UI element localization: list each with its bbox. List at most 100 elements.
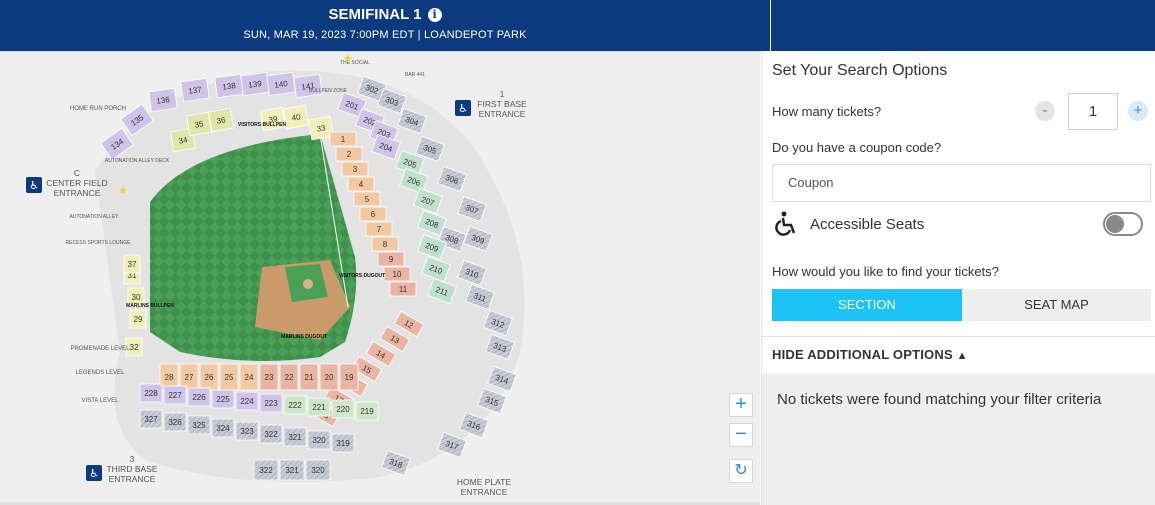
section-26[interactable]: 26 bbox=[199, 363, 219, 391]
section-221[interactable]: 221 bbox=[307, 397, 331, 417]
section-327[interactable]: 327 bbox=[139, 409, 163, 429]
svg-text:♿: ♿ bbox=[89, 467, 99, 480]
section-139[interactable]: 139 bbox=[240, 71, 270, 97]
svg-text:321: 321 bbox=[288, 433, 302, 442]
svg-text:225: 225 bbox=[216, 395, 230, 404]
svg-text:29: 29 bbox=[134, 315, 143, 324]
section-141[interactable]: 141 bbox=[293, 73, 323, 99]
svg-text:ENTRANCE: ENTRANCE bbox=[461, 487, 508, 497]
section-19[interactable]: 19 bbox=[339, 363, 359, 391]
svg-text:HOME PLATE: HOME PLATE bbox=[457, 477, 511, 487]
section-227[interactable]: 227 bbox=[163, 385, 187, 405]
section-136[interactable]: 136 bbox=[148, 87, 178, 113]
automation-alley-deck-label: AUTONATION ALLEY DECK bbox=[105, 158, 170, 164]
section-228[interactable]: 228 bbox=[139, 383, 163, 403]
section-320[interactable]: 320 bbox=[307, 430, 331, 450]
pitchers-mound bbox=[303, 279, 313, 289]
svg-text:320: 320 bbox=[311, 466, 325, 475]
info-icon[interactable]: i bbox=[427, 7, 442, 22]
legends-level-label: LEGENDS LEVEL bbox=[75, 370, 125, 376]
section-322[interactable]: 322 bbox=[259, 424, 283, 444]
vista-level-label: VISTA LEVEL bbox=[82, 398, 120, 404]
section-36[interactable]: 36 bbox=[207, 107, 235, 133]
section-25[interactable]: 25 bbox=[219, 363, 239, 391]
automation-alley-label: AUTONATION ALLEY bbox=[70, 214, 120, 220]
svg-text:37: 37 bbox=[128, 260, 137, 269]
section-326[interactable]: 326 bbox=[163, 412, 187, 432]
svg-text:11: 11 bbox=[399, 285, 408, 294]
decrease-tickets-button[interactable]: - bbox=[1035, 101, 1055, 121]
section-321[interactable]: 321 bbox=[279, 459, 305, 481]
svg-text:3: 3 bbox=[130, 454, 135, 464]
svg-text:2: 2 bbox=[347, 150, 352, 159]
section-320[interactable]: 320 bbox=[305, 459, 331, 481]
section-23[interactable]: 23 bbox=[259, 363, 279, 391]
section-22[interactable]: 22 bbox=[279, 363, 299, 391]
section-29[interactable]: 29 bbox=[129, 309, 147, 329]
coupon-input[interactable]: Coupon bbox=[772, 164, 1151, 202]
hide-options-toggle[interactable]: HIDE ADDITIONAL OPTIONS ▲ bbox=[772, 347, 968, 362]
section-24[interactable]: 24 bbox=[239, 363, 259, 391]
section-224[interactable]: 224 bbox=[235, 391, 259, 411]
section-35[interactable]: 35 bbox=[185, 111, 213, 137]
accessible-seats-toggle[interactable] bbox=[1103, 212, 1143, 236]
refresh-icon[interactable]: ↻ bbox=[729, 459, 753, 483]
section-319[interactable]: 319 bbox=[331, 433, 355, 453]
svg-text:4: 4 bbox=[359, 180, 364, 189]
section-37[interactable]: 37 bbox=[123, 254, 141, 274]
section-222[interactable]: 222 bbox=[283, 395, 307, 415]
stadium-map[interactable]: 136 137 138 139 140 141 135 134 34 35 36 39 40 33 302 3… bbox=[0, 51, 760, 505]
section-9[interactable]: 9 bbox=[377, 251, 405, 267]
section-322[interactable]: 322 bbox=[253, 459, 279, 481]
increase-tickets-button[interactable]: + bbox=[1128, 101, 1148, 121]
section-21[interactable]: 21 bbox=[299, 363, 319, 391]
svg-text:10: 10 bbox=[393, 270, 402, 279]
ticket-quantity-input[interactable]: 1 bbox=[1068, 93, 1118, 130]
bullpen-zone-label: BULLPEN ZONE bbox=[309, 88, 348, 94]
section-219[interactable]: 219 bbox=[355, 401, 379, 421]
section-223[interactable]: 223 bbox=[259, 393, 283, 413]
section-10[interactable]: 10 bbox=[383, 266, 411, 282]
stadium-svg[interactable]: 136137 138 139 140 141135134 3435 36 39 40333023… bbox=[0, 52, 760, 505]
section-225[interactable]: 225 bbox=[211, 389, 235, 409]
svg-text:ENTRANCE: ENTRANCE bbox=[479, 109, 526, 119]
section-3[interactable]: 3 bbox=[341, 161, 369, 177]
section-140[interactable]: 140 bbox=[266, 71, 296, 97]
section-7[interactable]: 7 bbox=[365, 221, 393, 237]
section-4[interactable]: 4 bbox=[347, 176, 375, 192]
section-138[interactable]: 138 bbox=[214, 73, 244, 99]
chevron-up-icon: ▲ bbox=[956, 350, 968, 362]
section-11[interactable]: 11 bbox=[389, 281, 417, 297]
svg-text:28: 28 bbox=[165, 373, 174, 382]
section-5[interactable]: 5 bbox=[353, 191, 381, 207]
section-8[interactable]: 8 bbox=[371, 236, 399, 252]
svg-text:319: 319 bbox=[336, 439, 350, 448]
zoom-out-button[interactable]: − bbox=[729, 423, 753, 447]
section-40[interactable]: 40 bbox=[282, 104, 310, 130]
section-2[interactable]: 2 bbox=[335, 146, 363, 162]
section-226[interactable]: 226 bbox=[187, 387, 211, 407]
svg-text:7: 7 bbox=[377, 225, 382, 234]
section-1[interactable]: 1 bbox=[329, 131, 357, 147]
svg-text:24: 24 bbox=[245, 373, 254, 382]
section-137[interactable]: 137 bbox=[180, 77, 210, 103]
section-323[interactable]: 323 bbox=[235, 421, 259, 441]
zoom-in-button[interactable]: + bbox=[729, 393, 753, 417]
svg-text:223: 223 bbox=[264, 399, 278, 408]
svg-text:23: 23 bbox=[265, 373, 274, 382]
section-325[interactable]: 325 bbox=[187, 415, 211, 435]
svg-text:139: 139 bbox=[248, 79, 263, 90]
marlins-dugout-label: MARLINS DUGOUT bbox=[281, 334, 327, 340]
svg-text:1: 1 bbox=[500, 89, 505, 99]
svg-text:FIRST BASE: FIRST BASE bbox=[477, 99, 527, 109]
svg-text:220: 220 bbox=[336, 405, 350, 414]
tab-seat-map[interactable]: SEAT MAP bbox=[962, 289, 1151, 321]
section-324[interactable]: 324 bbox=[211, 418, 235, 438]
star-icon: ★ bbox=[118, 185, 128, 197]
tab-section[interactable]: SECTION bbox=[772, 289, 962, 321]
section-321[interactable]: 321 bbox=[283, 427, 307, 447]
section-220[interactable]: 220 bbox=[331, 399, 355, 419]
section-6[interactable]: 6 bbox=[359, 206, 387, 222]
svg-text:219: 219 bbox=[360, 407, 374, 416]
section-20[interactable]: 20 bbox=[319, 363, 339, 391]
